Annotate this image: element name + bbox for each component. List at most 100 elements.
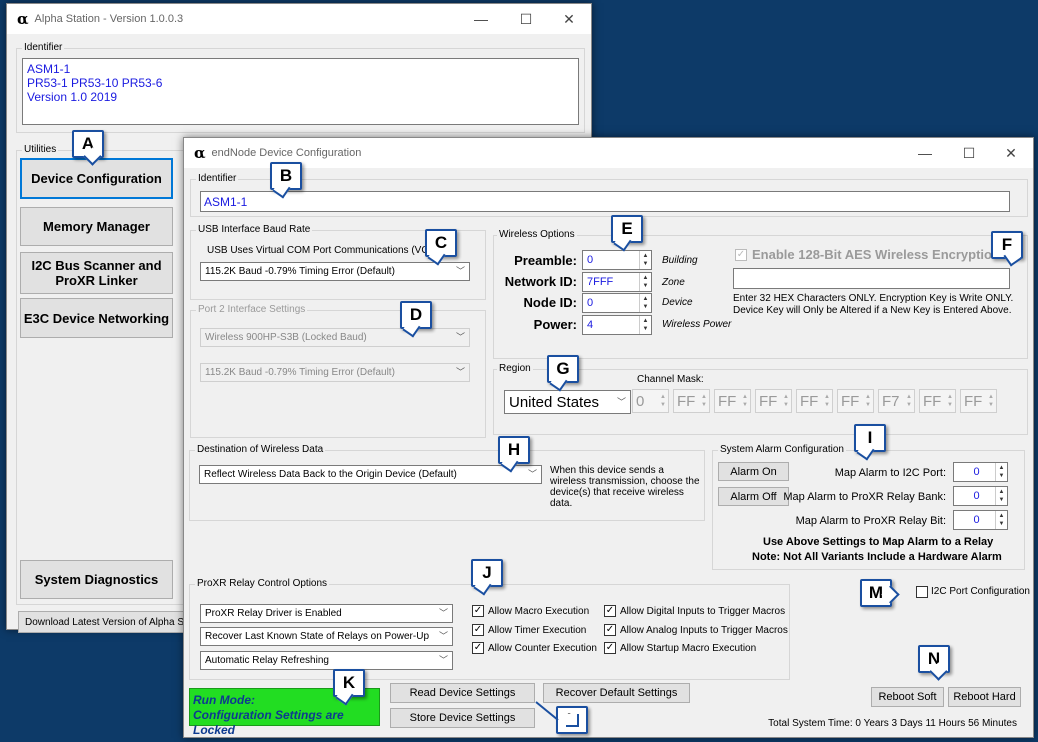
alarm-bank-value: 0	[973, 490, 980, 502]
network-id-spinner[interactable]: 7FFF ▲ ▼	[582, 272, 652, 292]
allow-counter-label: Allow Counter Execution	[488, 643, 597, 654]
callout-j: J	[471, 559, 503, 587]
config-window-title: endNode Device Configuration	[211, 147, 362, 159]
memory-manager-button[interactable]: Memory Manager	[20, 207, 173, 246]
spinner-arrows-icon: ▲ ▼	[824, 394, 830, 408]
callout-h: H	[498, 436, 530, 464]
read-device-settings-button[interactable]: Read Device Settings	[390, 683, 535, 703]
i2c-port-config-checkbox[interactable]	[916, 586, 928, 598]
spinner-arrows-icon[interactable]: ▲ ▼	[995, 487, 1007, 505]
app-logo-icon: α	[17, 10, 29, 28]
spinner-arrows-icon[interactable]: ▲ ▼	[995, 463, 1007, 481]
chevron-down-icon: ﹀	[455, 266, 465, 276]
preamble-spinner[interactable]: 0 ▲ ▼	[582, 250, 652, 270]
power-spinner[interactable]: 4 ▲ ▼	[582, 315, 652, 335]
identifier-line: PR53-1 PR53-10 PR53-6	[27, 76, 163, 90]
maximize-icon[interactable]: ☐	[506, 4, 546, 34]
proxr-refresh-dropdown[interactable]: Automatic Relay Refreshing ﹀	[200, 651, 453, 670]
region-dropdown[interactable]: United States ﹀	[504, 390, 631, 414]
channel-mask-spinner[interactable]: FF ▲ ▼	[796, 389, 833, 413]
chevron-down-icon: ﹀	[616, 397, 626, 407]
channel-mask-spinner[interactable]: F7 ▲ ▼	[878, 389, 915, 413]
window-title: Alpha Station - Version 1.0.0.3	[34, 13, 184, 25]
title-bar[interactable]: α Alpha Station - Version 1.0.0.3 — ☐ ✕	[7, 4, 591, 34]
channel-mask-value: FF	[677, 392, 696, 410]
alarm-bank-label: Map Alarm to ProXR Relay Bank:	[783, 491, 946, 503]
node-id-spinner[interactable]: 0 ▲ ▼	[582, 293, 652, 313]
i2c-scanner-button[interactable]: I2C Bus Scanner and ProXR Linker	[20, 252, 173, 294]
reboot-hard-button[interactable]: Reboot Hard	[948, 687, 1021, 707]
minimize-icon[interactable]: —	[905, 138, 945, 168]
close-icon[interactable]: ✕	[549, 4, 589, 34]
store-device-settings-button[interactable]: Store Device Settings	[390, 708, 535, 728]
allow-analog-inputs-checkbox[interactable]: ✓	[604, 624, 616, 636]
proxr-recover-dropdown[interactable]: Recover Last Known State of Relays on Po…	[200, 627, 453, 646]
channel-mask-spinner[interactable]: FF ▲ ▼	[673, 389, 710, 413]
port2-device-value: Wireless 900HP-S3B (Locked Baud)	[205, 332, 367, 343]
destination-dropdown[interactable]: Reflect Wireless Data Back to the Origin…	[199, 465, 542, 484]
wireless-options-label: Wireless Options	[497, 229, 577, 240]
allow-startup-macro-label: Allow Startup Macro Execution	[620, 643, 757, 654]
spinner-arrows-icon: ▲ ▼	[865, 394, 871, 408]
channel-mask-spinner[interactable]: FF ▲ ▼	[960, 389, 997, 413]
spinner-arrows-icon: ▲ ▼	[783, 394, 789, 408]
proxr-driver-value: ProXR Relay Driver is Enabled	[205, 608, 342, 619]
recover-default-settings-button[interactable]: Recover Default Settings	[543, 683, 690, 703]
alarm-i2c-port-label: Map Alarm to I2C Port:	[834, 467, 946, 479]
identifier-line: Version 1.0 2019	[27, 90, 118, 104]
alarm-off-button[interactable]: Alarm Off	[718, 487, 789, 506]
alarm-bit-spinner[interactable]: 0 ▲ ▼	[953, 510, 1008, 530]
run-mode-status: Configuration Settings are Locked	[193, 708, 344, 737]
config-title-bar[interactable]: α endNode Device Configuration — ☐ ✕	[184, 138, 1033, 168]
callout-g: G	[547, 355, 579, 383]
channel-mask-spinner[interactable]: FF ▲ ▼	[919, 389, 956, 413]
chevron-down-icon: ﹀	[438, 655, 448, 665]
alarm-note-2: Note: Not All Variants Include a Hardwar…	[752, 551, 1002, 563]
callout-c: C	[425, 229, 457, 257]
allow-timer-checkbox[interactable]: ✓	[472, 624, 484, 636]
maximize-icon[interactable]: ☐	[949, 138, 989, 168]
destination-label: Destination of Wireless Data	[195, 444, 326, 455]
identifier-textbox[interactable]: ASM1-1 PR53-1 PR53-10 PR53-6 Version 1.0…	[22, 58, 579, 125]
close-icon[interactable]: ✕	[991, 138, 1031, 168]
reboot-soft-button[interactable]: Reboot Soft	[871, 687, 944, 707]
spinner-arrows-icon[interactable]: ▲ ▼	[995, 511, 1007, 529]
device-configuration-button[interactable]: Device Configuration	[20, 158, 173, 199]
spinner-arrows-icon[interactable]: ▲ ▼	[639, 273, 651, 291]
port2-device-dropdown[interactable]: Wireless 900HP-S3B (Locked Baud) ﹀	[200, 328, 470, 347]
channel-mask-spinner[interactable]: FF ▲ ▼	[755, 389, 792, 413]
spinner-arrows-icon[interactable]: ▲ ▼	[639, 294, 651, 312]
allow-startup-macro-checkbox[interactable]: ✓	[604, 642, 616, 654]
spinner-arrows-icon: ▲ ▼	[742, 394, 748, 408]
preamble-hint: Building	[662, 255, 698, 266]
allow-digital-inputs-checkbox[interactable]: ✓	[604, 605, 616, 617]
spinner-arrows-icon[interactable]: ▲ ▼	[639, 316, 651, 334]
channel-mask-value: FF	[841, 392, 860, 410]
allow-counter-checkbox[interactable]: ✓	[472, 642, 484, 654]
alarm-bank-spinner[interactable]: 0 ▲ ▼	[953, 486, 1008, 506]
channel-mask-spinner[interactable]: 0 ▲ ▼	[632, 389, 669, 413]
e3c-networking-button[interactable]: E3C Device Networking	[20, 298, 173, 338]
spinner-arrows-icon: ▲ ▼	[660, 394, 666, 408]
port2-baud-dropdown[interactable]: 115.2K Baud -0.79% Timing Error (Default…	[200, 363, 470, 382]
destination-value: Reflect Wireless Data Back to the Origin…	[204, 469, 457, 480]
spinner-arrows-icon[interactable]: ▲ ▼	[639, 251, 651, 269]
identifier-input[interactable]: ASM1-1	[200, 191, 1010, 212]
minimize-icon[interactable]: —	[461, 4, 501, 34]
aes-checkbox[interactable]: ✓	[735, 249, 747, 261]
proxr-recover-value: Recover Last Known State of Relays on Po…	[205, 631, 429, 642]
system-diagnostics-button[interactable]: System Diagnostics	[20, 560, 173, 599]
usb-baud-dropdown[interactable]: 115.2K Baud -0.79% Timing Error (Default…	[200, 262, 470, 281]
alarm-on-button[interactable]: Alarm On	[718, 462, 789, 481]
preamble-label: Preamble:	[514, 253, 577, 268]
channel-mask-spinner[interactable]: FF ▲ ▼	[837, 389, 874, 413]
alarm-i2c-port-spinner[interactable]: 0 ▲ ▼	[953, 462, 1008, 482]
identifier-line: ASM1-1	[27, 62, 71, 76]
aes-key-input[interactable]	[733, 268, 1010, 289]
allow-analog-inputs-label: Allow Analog Inputs to Trigger Macros	[620, 625, 788, 636]
allow-macro-checkbox[interactable]: ✓	[472, 605, 484, 617]
channel-mask-spinner[interactable]: FF ▲ ▼	[714, 389, 751, 413]
proxr-driver-dropdown[interactable]: ProXR Relay Driver is Enabled ﹀	[200, 604, 453, 623]
channel-mask-value: FF	[759, 392, 778, 410]
channel-mask-value: FF	[923, 392, 942, 410]
